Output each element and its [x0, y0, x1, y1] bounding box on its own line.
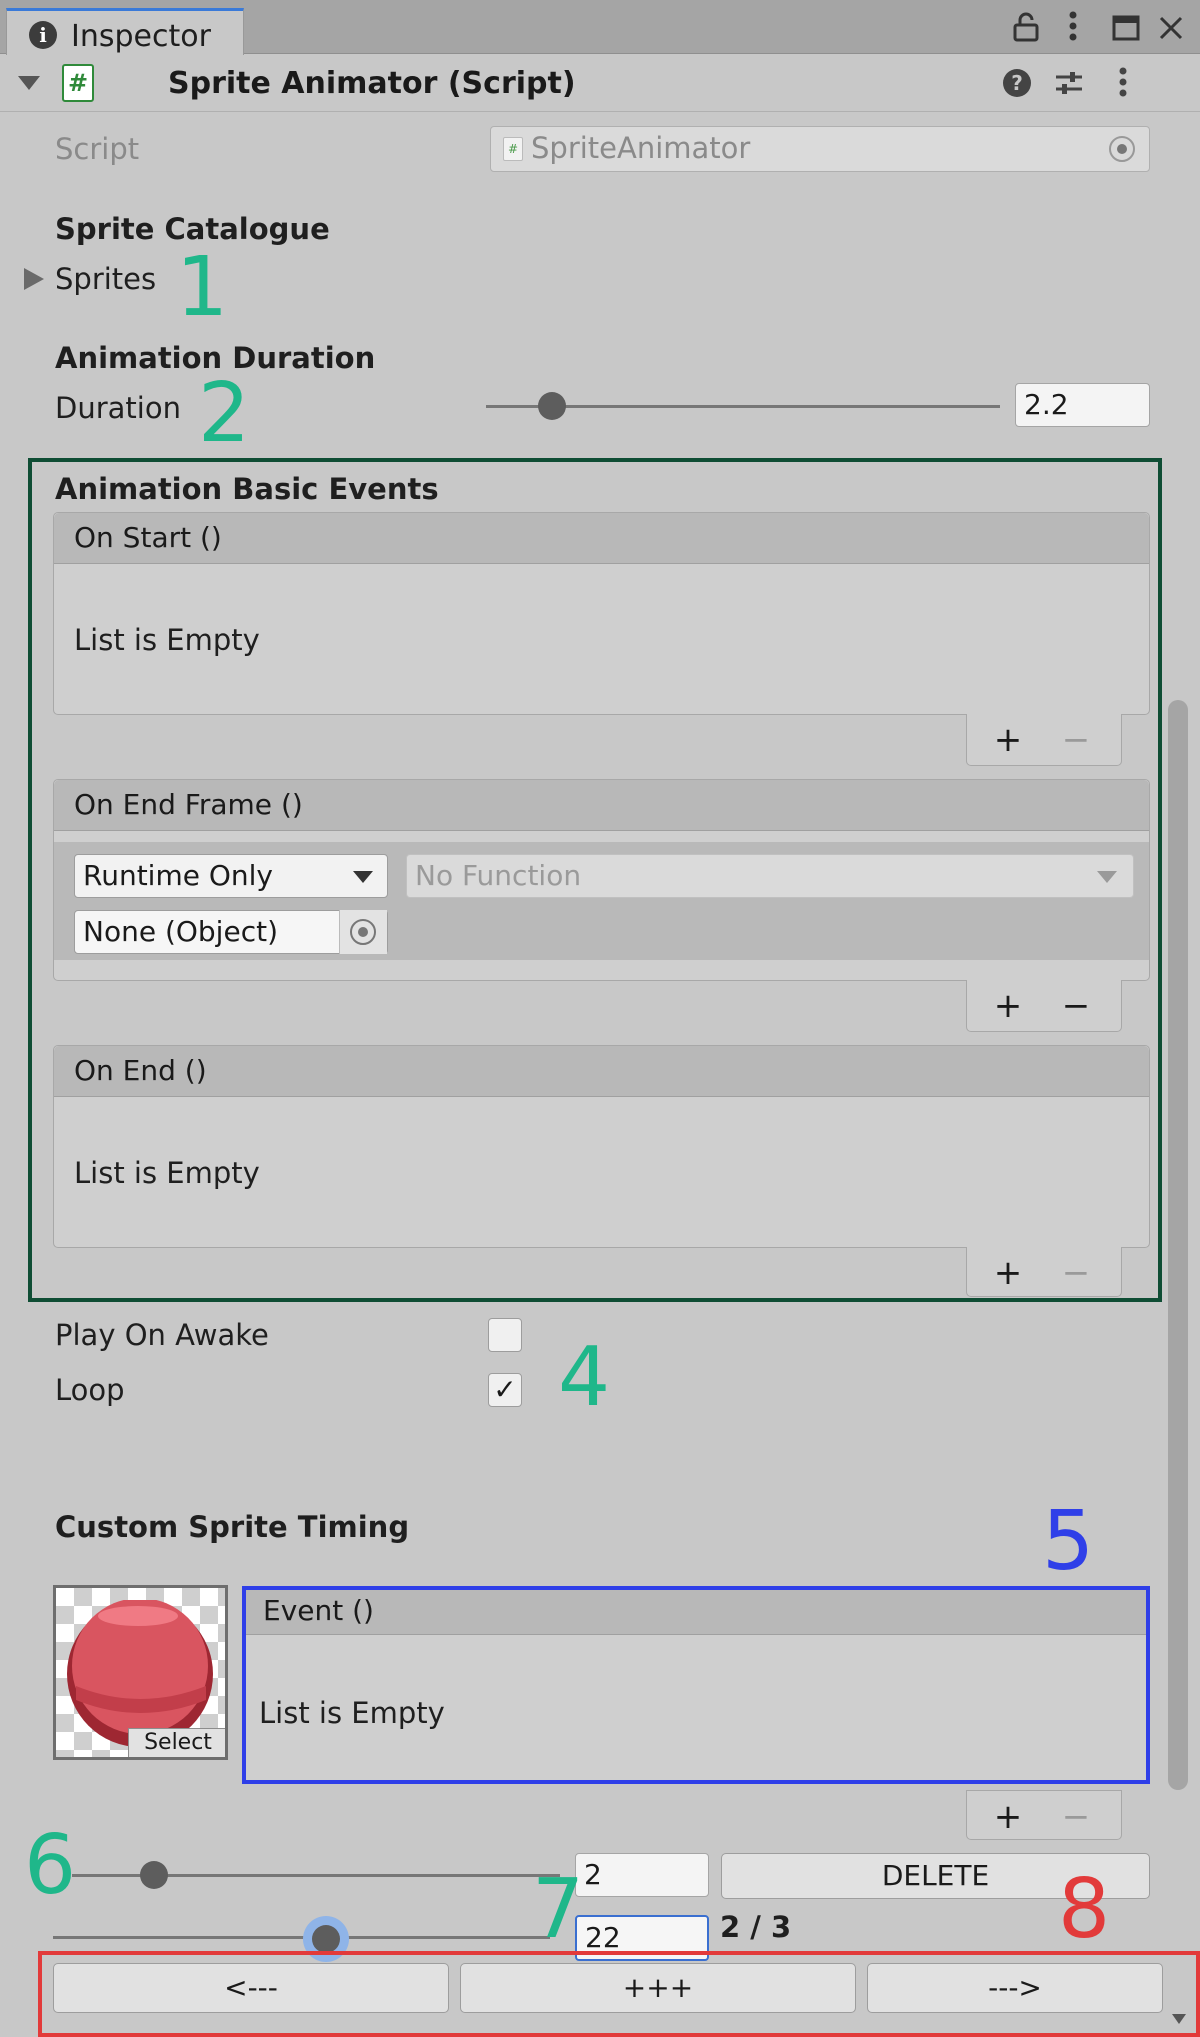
close-icon[interactable] — [1158, 14, 1184, 49]
script-hash-icon: # — [62, 64, 94, 102]
custom-timing-header: Custom Sprite Timing — [55, 1510, 410, 1544]
annotation-4: 4 — [558, 1330, 611, 1425]
scrollbar-thumb[interactable] — [1168, 700, 1188, 1790]
on-end-frame-add-button[interactable]: + — [983, 980, 1033, 1032]
annotation-2: 2 — [198, 366, 251, 461]
kebab-menu-icon[interactable] — [1068, 10, 1078, 50]
duration-slider-handle[interactable] — [538, 392, 566, 420]
loop-checkbox[interactable]: ✓ — [488, 1373, 522, 1407]
on-end-add-button[interactable]: + — [983, 1247, 1033, 1299]
on-start-empty-text: List is Empty — [74, 623, 260, 657]
timing-event-highlight — [242, 1586, 1150, 1784]
annotation-8: 8 — [1058, 1862, 1111, 1957]
help-icon[interactable]: ? — [1002, 68, 1032, 102]
on-end-frame-title: On End Frame () — [54, 780, 1149, 831]
foldout-arrow-icon[interactable] — [18, 76, 40, 90]
object-field[interactable]: None (Object) — [74, 910, 388, 954]
chevron-down-icon — [1097, 871, 1117, 883]
scroll-down-arrow-icon[interactable] — [1172, 2014, 1186, 2024]
frame-value-field[interactable]: 2 — [575, 1853, 709, 1897]
annotation-1: 1 — [176, 240, 229, 335]
tab-inspector[interactable]: i Inspector — [6, 8, 244, 55]
component-header[interactable]: # Sprite Animator (Script) ? — [0, 56, 1200, 112]
object-picker-icon — [1109, 136, 1135, 162]
play-on-awake-checkbox[interactable] — [488, 1318, 522, 1352]
sprite-select-button[interactable]: Select — [128, 1728, 225, 1757]
component-title: Sprite Animator (Script) — [168, 66, 576, 101]
on-end-remove-button[interactable]: − — [1051, 1247, 1101, 1299]
annotation-6: 6 — [24, 1818, 77, 1913]
component-menu-icon[interactable] — [1118, 66, 1128, 102]
object-value: None (Object) — [83, 915, 278, 948]
script-value: SpriteAnimator — [531, 131, 751, 165]
chevron-down-icon — [353, 871, 373, 883]
on-end-frame-event: On End Frame () Runtime Only No Function… — [53, 779, 1150, 981]
svg-text:?: ? — [1011, 71, 1023, 95]
timing-list-footer: + − — [966, 1790, 1122, 1840]
sprites-foldout-label[interactable]: Sprites — [55, 262, 156, 296]
check-icon: ✓ — [493, 1373, 517, 1406]
maximize-icon[interactable] — [1112, 14, 1140, 49]
page-counter: 2 / 3 — [720, 1910, 792, 1944]
next-button[interactable]: ---> — [867, 1963, 1163, 2013]
on-end-event: On End () List is Empty — [53, 1045, 1150, 1248]
on-start-event: On Start () List is Empty — [53, 512, 1150, 715]
script-object-field: # SpriteAnimator — [490, 126, 1150, 172]
add-frame-button[interactable]: +++ — [460, 1963, 856, 2013]
script-label: Script — [55, 132, 140, 166]
timing-remove-button[interactable]: − — [1051, 1791, 1101, 1843]
lock-icon[interactable] — [1012, 12, 1040, 50]
timing-slider-track[interactable] — [53, 1936, 550, 1939]
previous-button[interactable]: <--- — [53, 1963, 449, 2013]
sprite-preview-field[interactable]: Select — [53, 1585, 228, 1760]
on-start-add-button[interactable]: + — [983, 714, 1033, 766]
on-start-remove-button[interactable]: − — [1051, 714, 1101, 766]
on-end-title: On End () — [54, 1046, 1149, 1097]
on-end-empty-text: List is Empty — [74, 1156, 260, 1190]
function-value: No Function — [415, 859, 582, 892]
runtime-value: Runtime Only — [83, 859, 273, 892]
basic-events-header: Animation Basic Events — [55, 472, 439, 506]
play-on-awake-label: Play On Awake — [55, 1318, 269, 1352]
loop-label: Loop — [55, 1373, 125, 1407]
on-end-list-footer: + − — [966, 1247, 1122, 1297]
duration-label: Duration — [55, 391, 181, 425]
timing-add-button[interactable]: + — [983, 1791, 1033, 1843]
on-end-frame-list-footer: + − — [966, 980, 1122, 1032]
tab-label: Inspector — [71, 19, 211, 54]
duration-value-field[interactable]: 2.2 — [1015, 383, 1150, 427]
frame-slider-handle[interactable] — [140, 1861, 168, 1889]
function-dropdown[interactable]: No Function — [406, 854, 1134, 898]
object-picker-icon[interactable] — [350, 919, 376, 945]
settings-sliders-icon[interactable] — [1054, 68, 1084, 102]
on-start-list-footer: + − — [966, 714, 1122, 766]
sprites-foldout-icon[interactable] — [24, 268, 44, 290]
annotation-5: 5 — [1042, 1494, 1095, 1589]
timing-slider-handle[interactable] — [312, 1925, 340, 1953]
script-file-icon: # — [503, 137, 523, 161]
runtime-dropdown[interactable]: Runtime Only — [74, 854, 388, 898]
on-start-title: On Start () — [54, 513, 1149, 564]
on-end-frame-remove-button[interactable]: − — [1051, 980, 1101, 1032]
info-icon: i — [29, 21, 57, 49]
